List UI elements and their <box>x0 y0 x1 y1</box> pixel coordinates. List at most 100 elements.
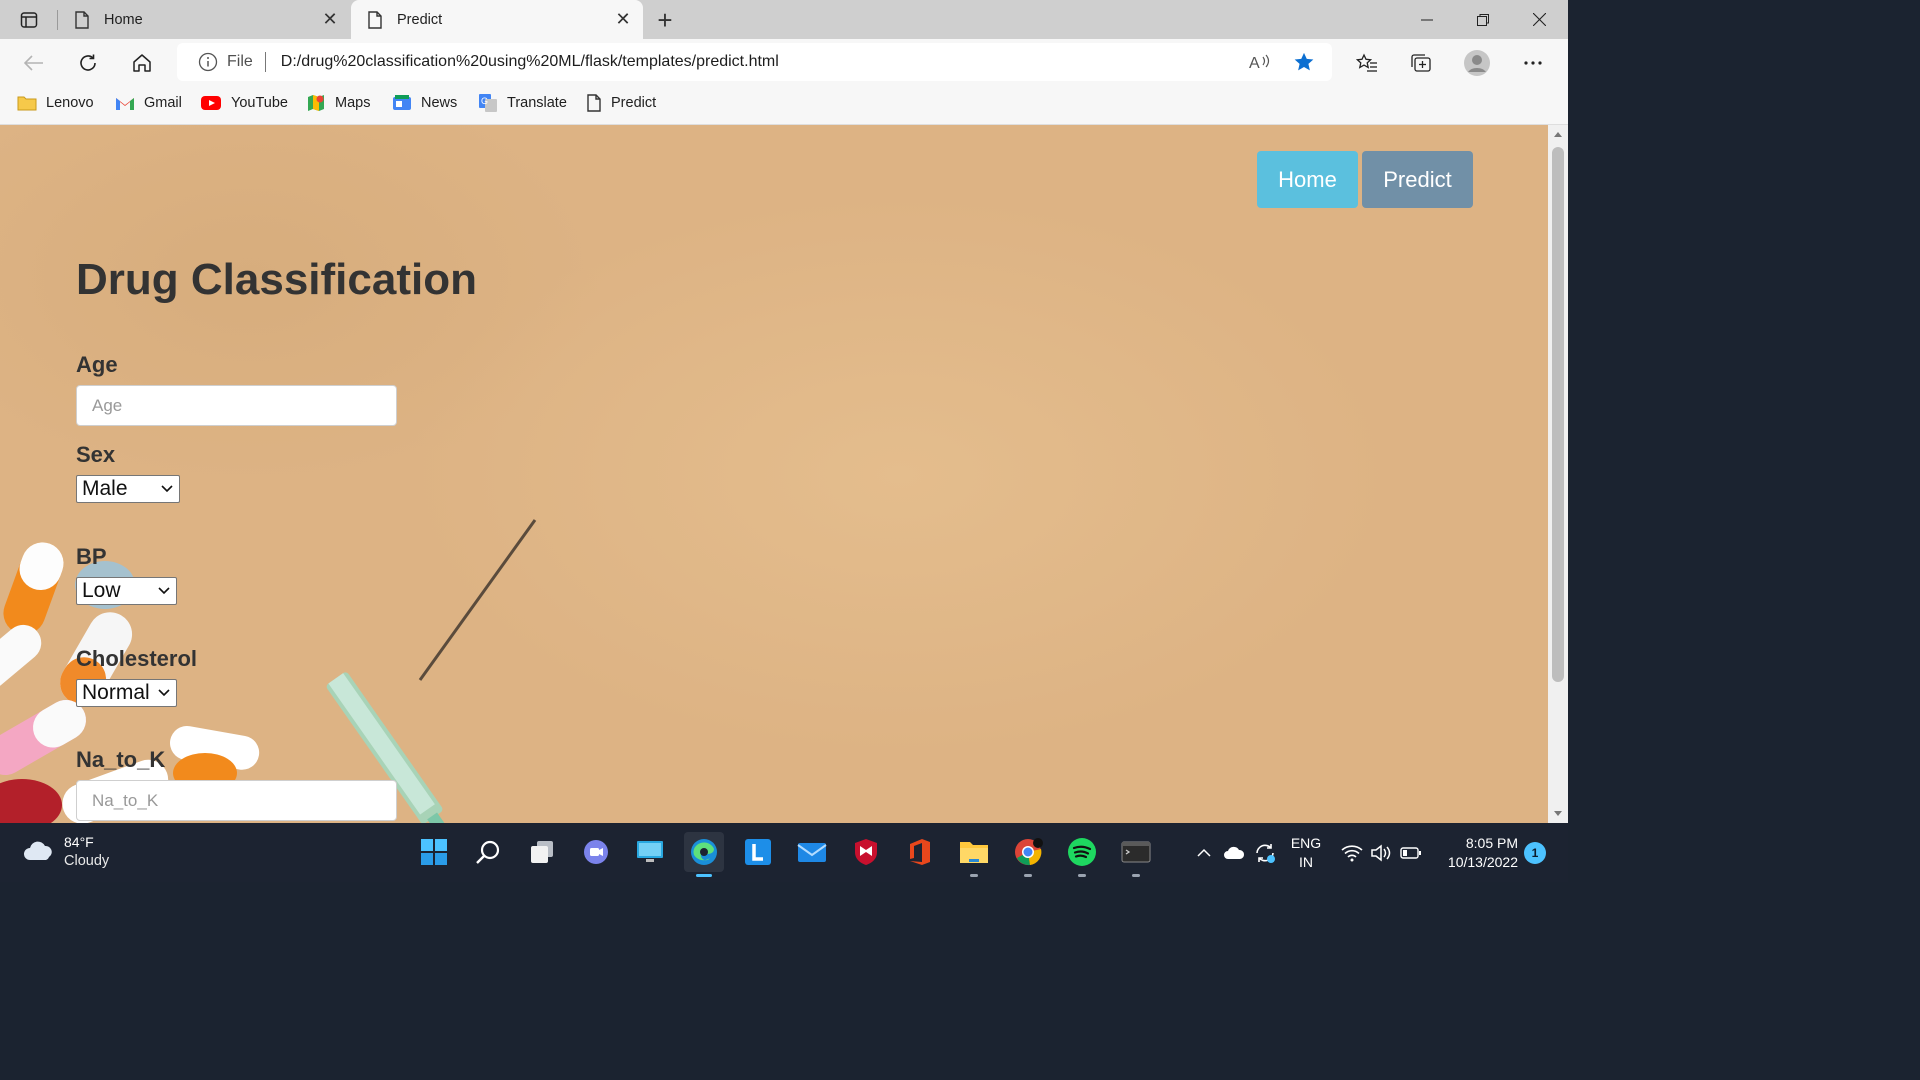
tab-actions-icon <box>20 12 38 28</box>
tab-predict[interactable]: Predict ✕ <box>351 0 643 39</box>
settings-menu-button[interactable] <box>1517 47 1549 79</box>
age-input[interactable]: Age <box>76 385 397 426</box>
avatar-icon <box>1464 50 1490 76</box>
folder-icon <box>960 842 988 863</box>
scroll-down-icon[interactable] <box>1548 807 1568 821</box>
volume-button[interactable] <box>1370 823 1392 882</box>
bookmark-translate[interactable]: G Translate <box>478 86 567 120</box>
url-text[interactable]: D:/drug%20classification%20using%20ML/fl… <box>281 53 1246 71</box>
bp-label: BP <box>76 544 107 569</box>
notification-badge[interactable]: 1 <box>1524 842 1546 864</box>
folder-icon <box>17 95 37 111</box>
bookmark-gmail[interactable]: Gmail <box>115 86 182 120</box>
new-tab-button[interactable]: + <box>650 5 680 35</box>
cloud-icon <box>24 841 52 860</box>
cholesterol-selected-value: Normal <box>82 681 150 704</box>
bp-selected-value: Low <box>82 579 121 602</box>
nav-home-button[interactable]: Home <box>1257 151 1358 208</box>
spotify-icon <box>1068 838 1096 866</box>
weather-widget[interactable]: 84°F Cloudy <box>22 833 109 871</box>
search-button[interactable] <box>468 832 508 872</box>
info-icon[interactable] <box>198 52 218 72</box>
search-icon <box>476 840 500 864</box>
bookmark-youtube[interactable]: YouTube <box>200 86 288 120</box>
chevron-down-icon <box>161 483 173 493</box>
mcafee-button[interactable] <box>846 832 886 872</box>
edge-taskbar-button[interactable] <box>684 832 724 877</box>
language-code: ENG <box>1290 835 1322 851</box>
onedrive-button[interactable] <box>1223 823 1245 882</box>
bookmark-maps[interactable]: Maps <box>306 86 370 120</box>
collections-button[interactable] <box>1405 47 1437 79</box>
browser-toolbar: File D:/drug%20classification%20using%20… <box>0 39 1568 86</box>
home-button[interactable] <box>126 47 158 79</box>
wifi-button[interactable] <box>1341 823 1363 882</box>
favorite-star-icon[interactable] <box>1290 51 1318 73</box>
na-to-k-label: Na_to_K <box>76 747 166 772</box>
close-icon[interactable]: ✕ <box>316 6 344 34</box>
close-icon[interactable]: ✕ <box>609 6 637 34</box>
sync-icon <box>1256 843 1275 863</box>
bookmark-predict[interactable]: Predict <box>586 86 656 120</box>
bookmark-lenovo[interactable]: Lenovo <box>17 86 94 120</box>
sex-label: Sex <box>76 442 116 467</box>
chrome-button[interactable] <box>1008 832 1048 877</box>
tab-actions-button[interactable] <box>10 6 48 34</box>
restore-button[interactable] <box>1455 0 1511 39</box>
address-bar[interactable]: File D:/drug%20classification%20using%20… <box>177 43 1332 81</box>
spotify-button[interactable] <box>1062 832 1102 877</box>
minimize-icon <box>1421 19 1433 20</box>
start-button[interactable] <box>414 832 454 872</box>
read-aloud-icon[interactable]: A <box>1246 53 1274 71</box>
nav-predict-button[interactable]: Predict <box>1362 151 1473 208</box>
page-scrollbar[interactable] <box>1548 125 1568 823</box>
onedrive-cloud-icon <box>1224 846 1245 859</box>
terminal-button[interactable] <box>1116 832 1156 877</box>
back-button[interactable] <box>18 47 50 79</box>
cholesterol-select[interactable]: Normal <box>76 679 177 707</box>
page-title: Drug Classification <box>76 255 477 304</box>
teams-chat-button[interactable] <box>576 832 616 872</box>
clock-button[interactable]: 8:05 PM 10/13/2022 <box>1432 834 1518 872</box>
tab-home[interactable]: Home ✕ <box>58 0 350 39</box>
sync-status-button[interactable] <box>1254 823 1276 882</box>
windows-icon <box>421 839 447 865</box>
show-hidden-icons-button[interactable] <box>1196 823 1212 882</box>
more-dots-icon <box>1524 61 1542 65</box>
refresh-button[interactable] <box>72 47 104 79</box>
clock-date: 10/13/2022 <box>1447 854 1518 870</box>
file-explorer-button[interactable] <box>954 832 994 877</box>
minimize-button[interactable] <box>1399 0 1455 39</box>
lenovo-vantage-button[interactable] <box>738 832 778 872</box>
home-icon <box>133 54 151 72</box>
na-to-k-input[interactable]: Na_to_K <box>76 780 397 821</box>
office-button[interactable] <box>900 832 940 872</box>
bookmark-news[interactable]: News <box>392 86 457 120</box>
page-viewport: Home Predict Drug Classification Age Age… <box>0 125 1548 823</box>
task-view-button[interactable] <box>522 832 562 872</box>
running-indicator <box>1078 874 1086 877</box>
desktop-app-button[interactable] <box>630 832 670 872</box>
window-close-button[interactable] <box>1511 0 1567 39</box>
favorites-list-icon <box>1356 53 1377 72</box>
input-language-button[interactable]: ENG IN <box>1288 834 1324 872</box>
scroll-thumb[interactable] <box>1552 147 1564 682</box>
page-icon <box>586 94 602 112</box>
favorites-button[interactable] <box>1351 47 1383 79</box>
svg-text:G: G <box>481 96 488 106</box>
tab-title: Predict <box>397 11 443 28</box>
profile-button[interactable] <box>1461 47 1493 79</box>
monitor-icon <box>637 841 663 862</box>
active-indicator <box>696 874 712 877</box>
sex-select[interactable]: Male <box>76 475 180 503</box>
bookmark-label: Maps <box>335 95 371 111</box>
taskbar: 84°F Cloudy ENG IN 8:05 PM 10/13/2022 1 <box>0 823 1568 882</box>
page-icon <box>74 10 90 29</box>
scroll-up-icon[interactable] <box>1548 127 1568 141</box>
battery-button[interactable] <box>1400 823 1422 882</box>
mail-button[interactable] <box>792 832 832 872</box>
bp-select[interactable]: Low <box>76 577 177 605</box>
running-indicator <box>970 874 978 877</box>
tab-title: Home <box>104 11 143 28</box>
weather-condition: Cloudy <box>64 853 110 869</box>
